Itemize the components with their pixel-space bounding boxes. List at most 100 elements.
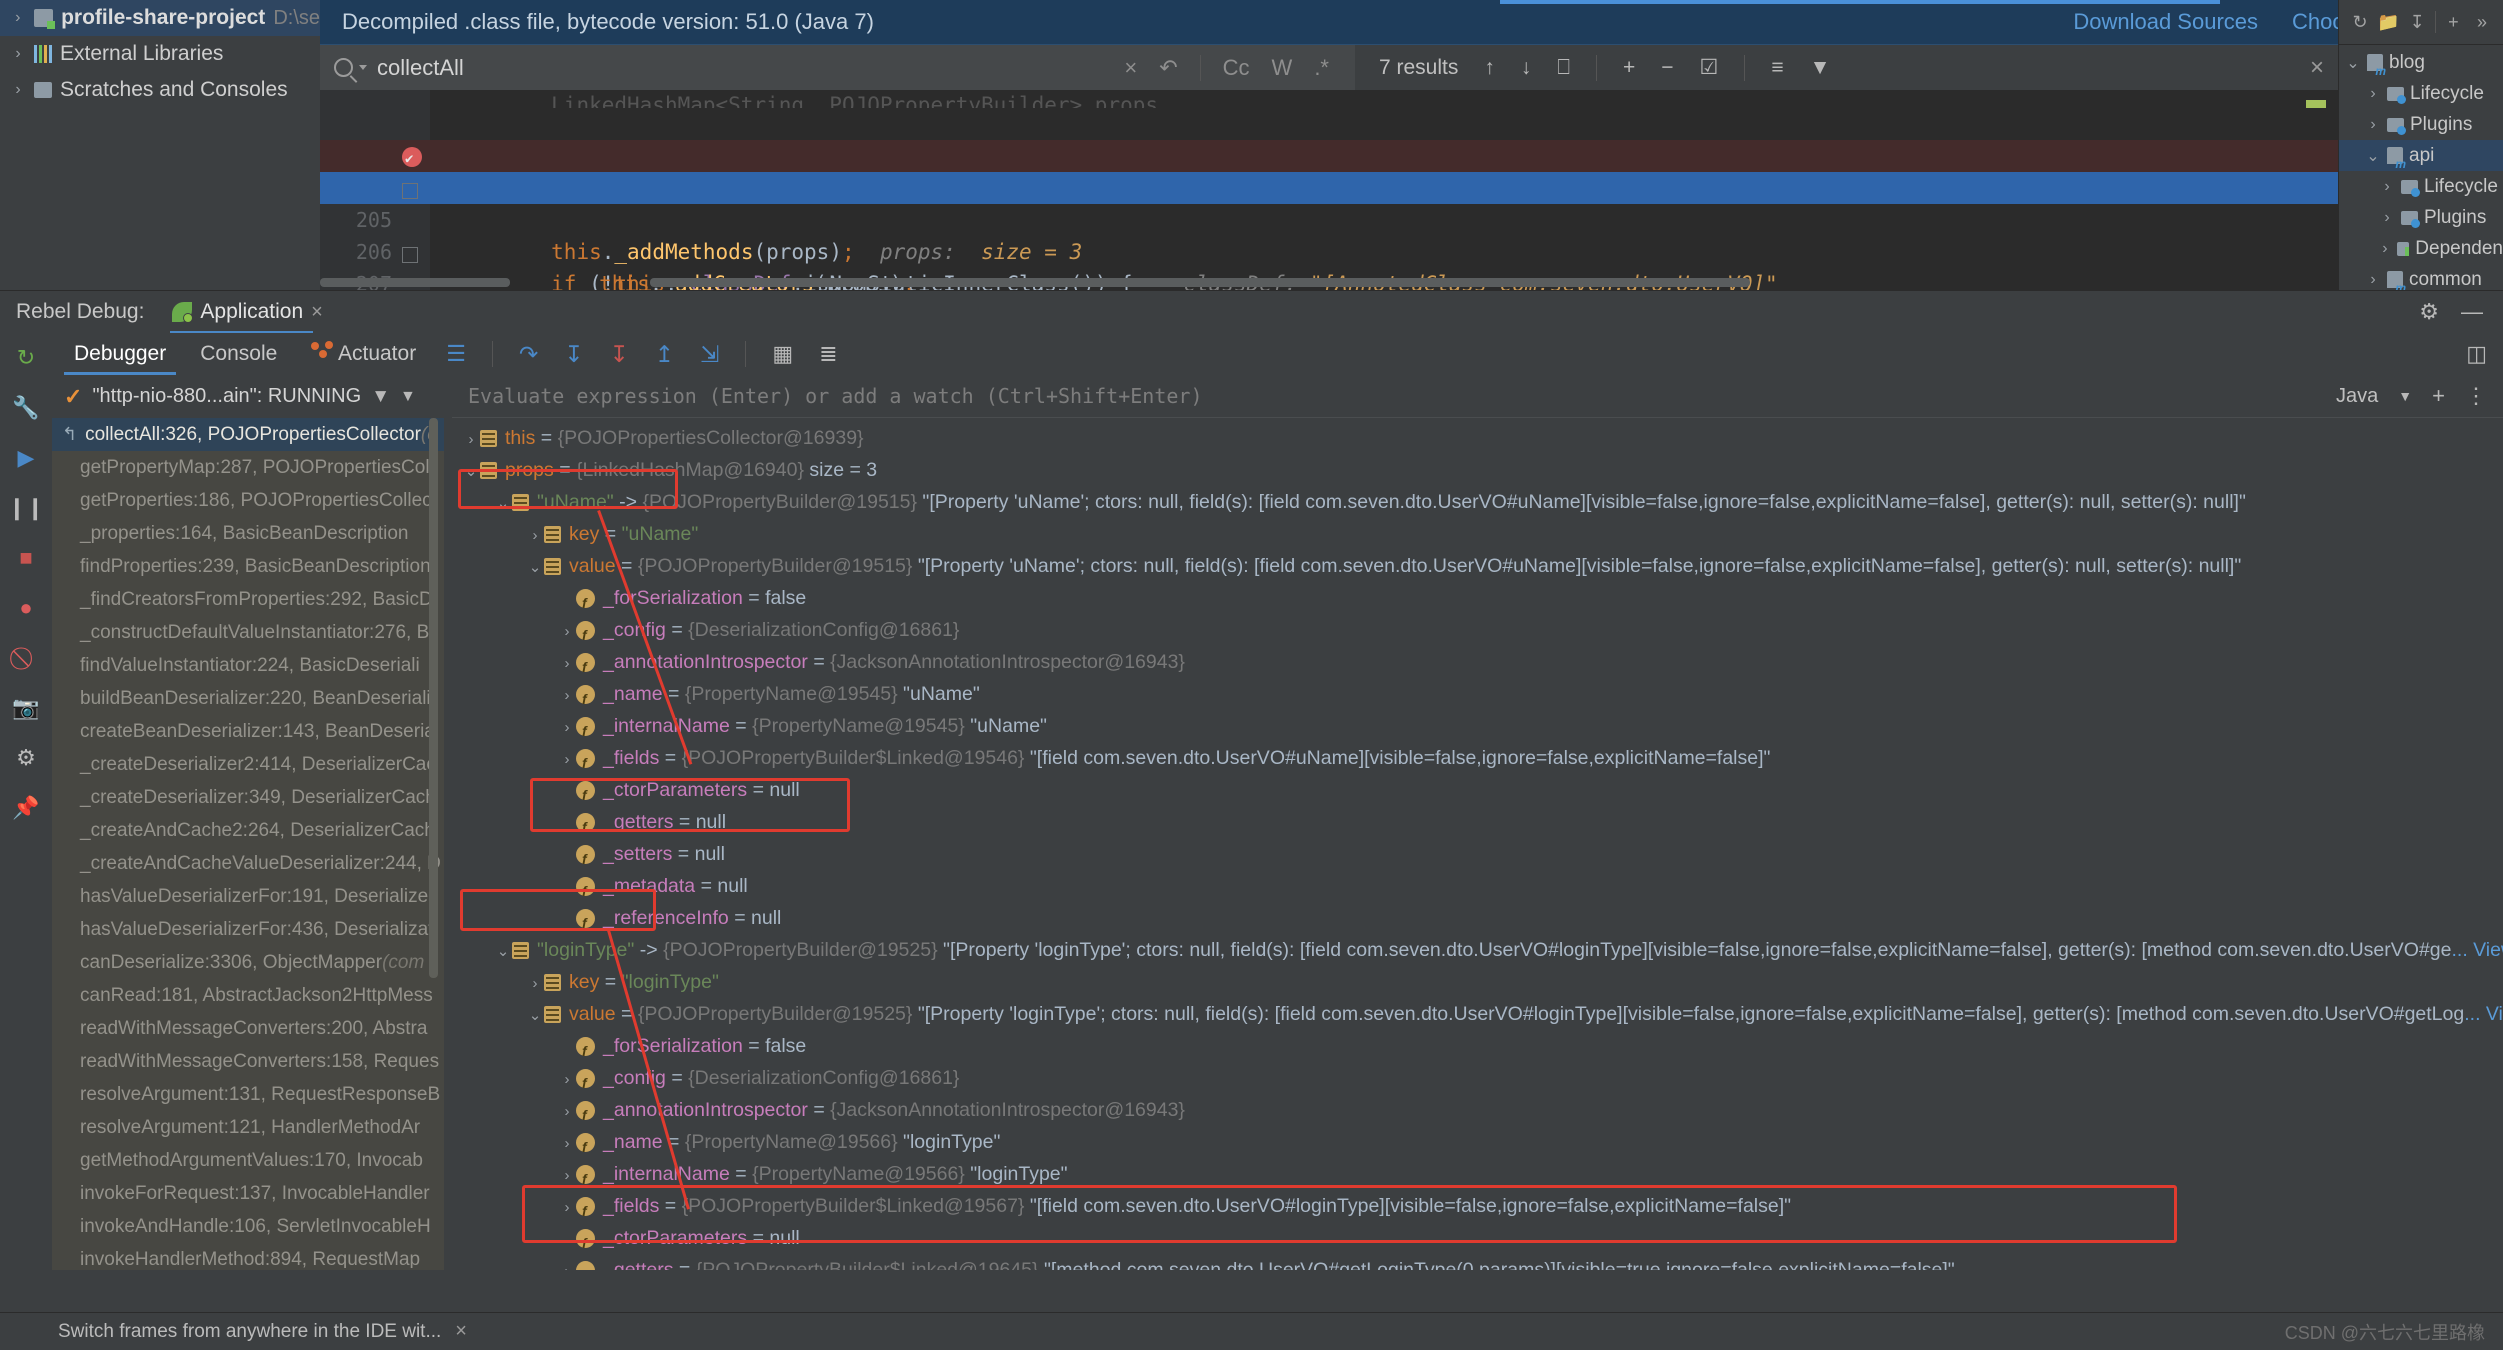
settings-icon[interactable]: ≣ xyxy=(819,341,837,367)
variable-row-logintype-entry[interactable]: ⌄ "loginType" -> {POJOPropertyBuilder@195… xyxy=(452,934,2503,966)
run-to-cursor-icon[interactable]: ⇲ xyxy=(700,341,719,368)
variable-row-internalname[interactable]: › _internalName = {PropertyName@19545} "u… xyxy=(452,710,2503,742)
frame-item[interactable]: invokeHandlerMethod:894, RequestMap xyxy=(52,1243,444,1268)
chevron-right-icon[interactable]: › xyxy=(558,1256,576,1270)
variable-row-metadata-1[interactable]: ›_metadata = null xyxy=(452,870,2503,902)
chevron-right-icon[interactable]: › xyxy=(558,1192,576,1222)
maven-tree-item-api[interactable]: ⌄ api xyxy=(2339,140,2503,171)
chevron-right-icon[interactable]: › xyxy=(558,1160,576,1190)
chevron-right-icon[interactable]: › xyxy=(558,1064,576,1094)
code-line-204[interactable]: 204 this._addMethods(props); props: size… xyxy=(320,140,2338,264)
close-tab-icon[interactable]: × xyxy=(311,301,323,324)
frame-list[interactable]: ↰ collectAll:326, POJOPropertiesCollector… xyxy=(52,418,444,1268)
chevron-right-icon[interactable]: › xyxy=(462,424,480,454)
code-viewer[interactable]: LinkedHashMap<String, POJOPropertyBuilde… xyxy=(320,90,2338,290)
chevron-right-icon[interactable]: › xyxy=(558,1128,576,1158)
variable-row-uname-entry[interactable]: ⌄ "uName" -> {POJOPropertyBuilder@19515} … xyxy=(452,486,2503,518)
add-icon[interactable]: + xyxy=(2442,11,2464,33)
search-history-icon[interactable]: ↶ xyxy=(1159,55,1177,81)
project-tree-item-scratches[interactable]: › Scratches and Consoles xyxy=(0,72,320,108)
chevron-right-icon[interactable]: › xyxy=(558,712,576,742)
variable-row-value-2[interactable]: ⌄ value = {POJOPropertyBuilder@19525} "[P… xyxy=(452,998,2503,1030)
thread-selector[interactable]: ✓ "http-nio-880...ain": RUNNING ▼ ▼ xyxy=(52,375,444,418)
code-line-207[interactable]: 207 } xyxy=(320,236,2338,290)
close-hint-icon[interactable]: × xyxy=(441,1320,467,1343)
frame-item[interactable]: canDeserialize:3306, ObjectMapper(com xyxy=(52,946,444,979)
variable-row-internalname-2[interactable]: › _internalName = {PropertyName@19566} "l… xyxy=(452,1158,2503,1190)
frame-item[interactable]: canRead:181, AbstractJackson2HttpMess xyxy=(52,979,444,1012)
variable-row-annotationintrospector[interactable]: › _annotationIntrospector = {JacksonAnnot… xyxy=(452,646,2503,678)
more-icon[interactable]: ⋮ xyxy=(2465,383,2487,409)
frame-item[interactable]: _createAndCache2:264, DeserializerCach xyxy=(52,814,444,847)
frame-item[interactable]: resolveArgument:131, RequestResponseB xyxy=(52,1078,444,1111)
remove-selection-icon[interactable]: − xyxy=(1661,56,1673,80)
chevron-down-icon[interactable]: ⌄ xyxy=(2345,53,2361,73)
variable-row-this[interactable]: › this = {POJOPropertiesCollector@16939} xyxy=(452,422,2503,454)
more-icon[interactable]: » xyxy=(2471,11,2493,33)
frame-item[interactable]: hasValueDeserializerFor:436, Deserializa… xyxy=(52,913,444,946)
chevron-right-icon[interactable]: › xyxy=(10,9,26,27)
maven-tree-item-api-plugins[interactable]: › Plugins xyxy=(2339,202,2503,233)
frame-item[interactable]: _createDeserializer2:414, DeserializerCa… xyxy=(52,748,444,781)
frame-item[interactable]: findProperties:239, BasicBeanDescription xyxy=(52,550,444,583)
variable-row-setters-1[interactable]: ›_setters = null xyxy=(452,838,2503,870)
chevron-down-icon[interactable]: ▼ xyxy=(2398,388,2412,404)
add-maven-project-icon[interactable]: 📁 xyxy=(2377,11,2399,33)
frame-item[interactable]: invokeAndHandle:106, ServletInvocableH xyxy=(52,1210,444,1243)
frame-item[interactable]: getProperties:186, POJOPropertiesCollec xyxy=(52,484,444,517)
tab-actuator[interactable]: Actuator xyxy=(307,333,420,375)
step-into-icon[interactable]: ↧ xyxy=(564,341,583,368)
editor-scrollbar-left[interactable] xyxy=(320,278,510,287)
evaluate-input[interactable]: Evaluate expression (Enter) or add a wat… xyxy=(468,384,1203,408)
refresh-icon[interactable]: ↻ xyxy=(2349,11,2371,33)
words-toggle[interactable]: W xyxy=(1272,55,1293,81)
language-selector[interactable]: Java xyxy=(2336,385,2378,408)
frame-item[interactable]: _createDeserializer:349, DeserializerCac… xyxy=(52,781,444,814)
match-case-toggle[interactable]: Cc xyxy=(1223,55,1250,81)
variable-row-key-2[interactable]: › key = "loginType" xyxy=(452,966,2503,998)
maven-tree-item-api-lifecycle[interactable]: › Lifecycle xyxy=(2339,171,2503,202)
view-breakpoints-icon[interactable]: ● xyxy=(11,593,41,623)
evaluate-expression-bar[interactable]: Evaluate expression (Enter) or add a wat… xyxy=(452,375,2503,418)
frame-item[interactable]: _createAndCacheValueDeserializer:244, D xyxy=(52,847,444,880)
resume-icon[interactable]: ▶ xyxy=(11,443,41,473)
find-previous-icon[interactable]: ↑ xyxy=(1484,56,1495,80)
tab-application[interactable]: Application × xyxy=(160,291,334,334)
search-input[interactable]: collectAll × ↶ Cc W .* xyxy=(320,45,1355,90)
frame-item-selected[interactable]: ↰ collectAll:326, POJOPropertiesCollector… xyxy=(52,418,444,451)
add-selection-icon[interactable]: + xyxy=(1623,56,1635,80)
settings-icon[interactable]: ⚙ xyxy=(11,743,41,773)
project-tree-item-profile-share-project[interactable]: › profile-share-project D:\se xyxy=(0,0,320,36)
variable-row-value[interactable]: ⌄ value = {POJOPropertyBuilder@19515} "[P… xyxy=(452,550,2503,582)
chevron-down-icon[interactable]: ⌄ xyxy=(2365,146,2381,166)
tab-console[interactable]: Console xyxy=(196,333,281,375)
frame-item[interactable]: findValueInstantiator:224, BasicDeserial… xyxy=(52,649,444,682)
chevron-right-icon[interactable]: › xyxy=(10,81,26,99)
fold-marker-icon[interactable] xyxy=(402,240,418,272)
editor-horizontal-scrollbar[interactable] xyxy=(650,278,1750,287)
project-tree-item-external-libraries[interactable]: › External Libraries xyxy=(0,36,320,72)
chevron-right-icon[interactable]: › xyxy=(558,616,576,646)
frame-item[interactable]: getMethodArgumentValues:170, Invocab xyxy=(52,1144,444,1177)
frame-item[interactable]: createBeanDeserializer:143, BeanDeserial xyxy=(52,715,444,748)
frame-item[interactable]: readWithMessageConverters:200, Abstra xyxy=(52,1012,444,1045)
stop-icon[interactable]: ■ xyxy=(11,543,41,573)
frame-item[interactable]: _properties:164, BasicBeanDescription xyxy=(52,517,444,550)
frame-item[interactable]: invokeForRequest:137, InvocableHandler xyxy=(52,1177,444,1210)
minimize-icon[interactable]: — xyxy=(2461,299,2483,325)
filter-icon[interactable]: ▼ xyxy=(1810,56,1831,80)
variable-row-name-2[interactable]: › _name = {PropertyName@19566} "loginType… xyxy=(452,1126,2503,1158)
rerun-icon[interactable]: ↻ xyxy=(11,343,41,373)
variable-row-ctorparameters[interactable]: ›_ctorParameters = null xyxy=(452,774,2503,806)
variable-row-config-2[interactable]: › _config = {DeserializationConfig@16861} xyxy=(452,1062,2503,1094)
variable-row-fields-2[interactable]: › _fields = {POJOPropertyBuilder$Linked@1… xyxy=(452,1190,2503,1222)
chevron-right-icon[interactable]: › xyxy=(10,45,26,63)
wrench-icon[interactable]: 🔧 xyxy=(11,393,41,423)
chevron-right-icon[interactable]: › xyxy=(558,744,576,774)
frame-item[interactable]: readWithMessageConverters:158, Reques xyxy=(52,1045,444,1078)
chevron-right-icon[interactable]: › xyxy=(2379,178,2395,196)
code-line-206[interactable]: 206 this._addCreators(props); xyxy=(320,204,2338,290)
chevron-right-icon[interactable]: › xyxy=(558,680,576,710)
filter-icon[interactable]: ▼ xyxy=(371,386,390,408)
variable-row-config[interactable]: › _config = {DeserializationConfig@16861} xyxy=(452,614,2503,646)
